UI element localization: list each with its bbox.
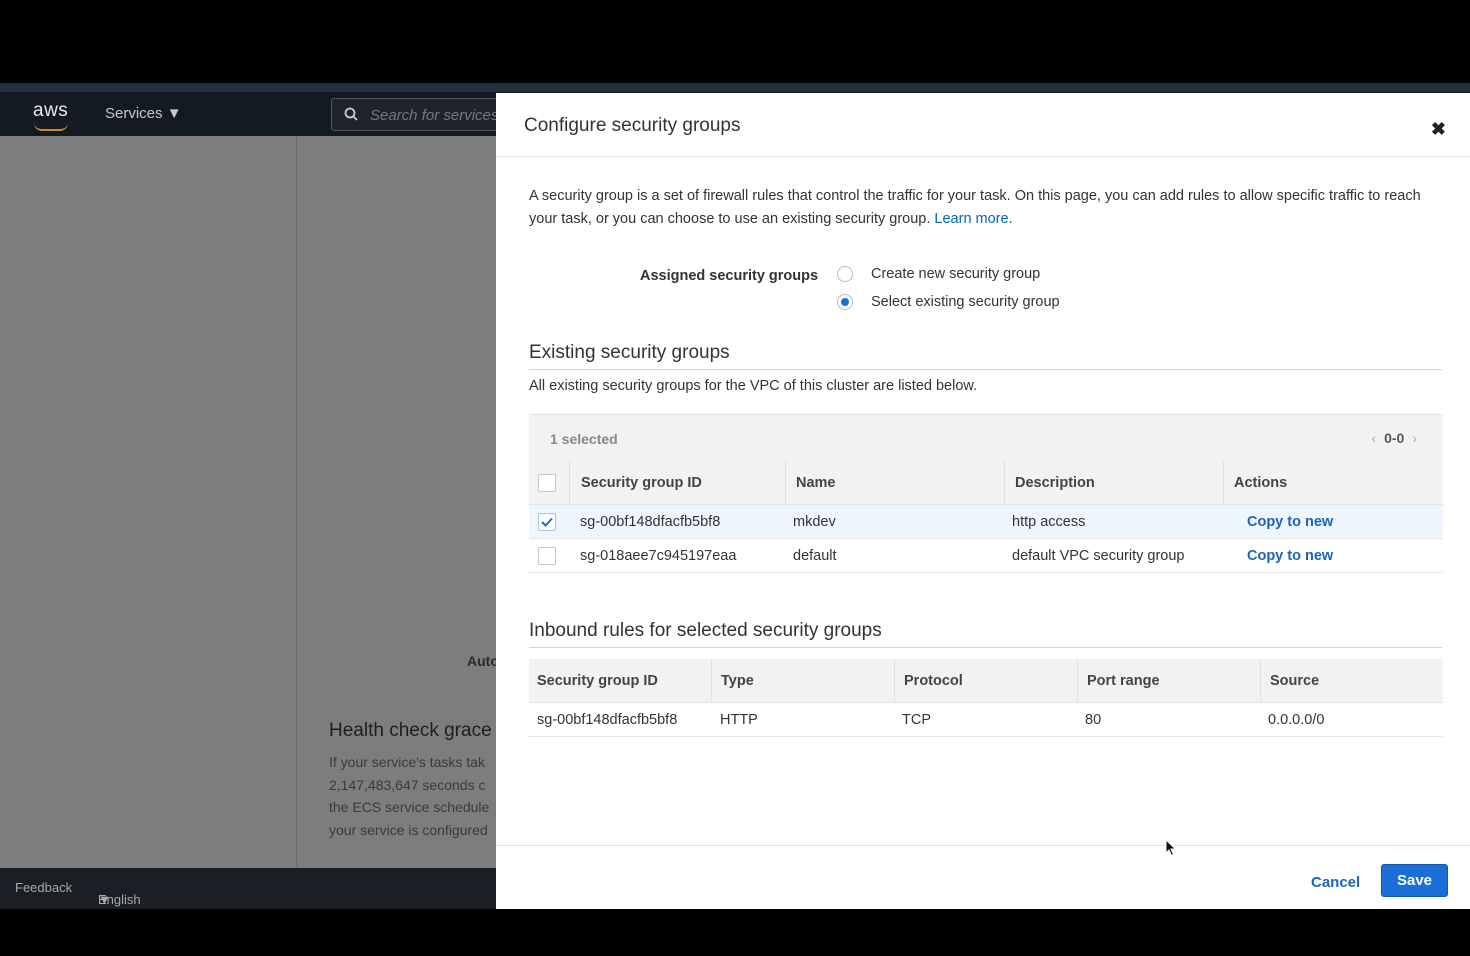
assigned-security-groups-label: Assigned security groups [640, 268, 819, 284]
row-checkbox-cell [538, 505, 556, 538]
page-range: 0-0 [1384, 430, 1405, 446]
health-check-title: Health check grace [329, 720, 492, 741]
inbound-rules-table: Security group ID Type Protocol Port ran… [529, 659, 1443, 737]
rule-protocol: TCP [902, 711, 931, 728]
select-all-cell [538, 461, 556, 504]
feedback-link[interactable]: Feedback [15, 880, 72, 895]
column-header[interactable]: Description [1004, 461, 1223, 504]
column-header[interactable]: Name [785, 461, 1004, 504]
row-checkbox-cell [538, 539, 556, 572]
modal-title: Configure security groups [524, 115, 741, 136]
column-header: Security group ID [537, 672, 658, 689]
security-group-description: http access [1012, 513, 1086, 530]
search-icon [344, 107, 358, 121]
copy-to-new-label[interactable]: Copy to new [1247, 514, 1333, 530]
table-toolbar: 1 selected ‹ 0-0 › [529, 414, 1443, 461]
auto-label: Auto [467, 653, 499, 669]
table-header: Security group ID Type Protocol Port ran… [529, 659, 1443, 703]
table-header: Security group ID Name Description Actio… [529, 461, 1443, 505]
existing-groups-subtitle: All existing security groups for the VPC… [529, 378, 978, 394]
configure-security-groups-modal: Configure security groups ✖ A security g… [496, 93, 1470, 909]
selected-count: 1 selected [550, 431, 618, 447]
security-group-name: default [793, 547, 837, 564]
screen: aws Services ▼ Search for services Auto … [0, 83, 1470, 909]
radio-label: Select existing security group [871, 294, 1060, 310]
existing-groups-table: Security group ID Name Description Actio… [529, 461, 1443, 573]
modal-footer: Cancel Save [496, 845, 1470, 909]
modal-header: Configure security groups ✖ [496, 93, 1470, 157]
aws-logo[interactable]: aws [33, 100, 68, 122]
sidebar-divider [296, 136, 297, 868]
pagination: ‹ 0-0 › [1363, 430, 1425, 446]
intro-period: . [1008, 210, 1013, 227]
copy-to-new-link[interactable]: Copy to new [1247, 505, 1333, 538]
rule-source: 0.0.0.0/0 [1268, 711, 1325, 728]
rule-security-group-id: sg-00bf148dfacfb5bf8 [537, 711, 678, 728]
column-header: Source [1260, 659, 1443, 702]
section-divider [529, 647, 1442, 648]
inbound-rules-title: Inbound rules for selected security grou… [529, 620, 882, 641]
services-label: Services [105, 105, 163, 122]
copy-to-new-link[interactable]: Copy to new [1247, 539, 1333, 572]
security-group-id: sg-00bf148dfacfb5bf8 [580, 513, 721, 530]
row-checkbox[interactable] [538, 546, 556, 565]
checkmark-icon [541, 517, 553, 527]
section-divider [529, 369, 1442, 370]
aws-smile-icon [34, 123, 68, 131]
caret-down-icon: ▼ [166, 105, 182, 122]
learn-more-link[interactable]: Learn more [934, 211, 1008, 227]
radio-create-new[interactable]: Create new security group [837, 266, 1040, 282]
security-group-name: mkdev [793, 513, 836, 530]
save-button[interactable]: Save [1381, 864, 1448, 897]
security-group-description: default VPC security group [1012, 547, 1185, 564]
existing-groups-title: Existing security groups [529, 342, 730, 363]
table-row[interactable]: sg-00bf148dfacfb5bf8 mkdev http access C… [529, 505, 1443, 539]
column-header[interactable]: Security group ID [569, 461, 785, 504]
rule-type: HTTP [720, 711, 758, 728]
radio-unselected-icon[interactable] [837, 266, 853, 282]
intro-text: A security group is a set of firewall ru… [529, 185, 1439, 230]
select-all-checkbox[interactable] [538, 473, 556, 492]
table-row: sg-00bf148dfacfb5bf8 HTTP TCP 80 0.0.0.0… [529, 703, 1443, 737]
radio-selected-icon[interactable] [837, 294, 853, 310]
column-header: Port range [1077, 659, 1260, 702]
column-header: Type [711, 659, 894, 702]
column-header: Actions [1223, 461, 1443, 504]
search-placeholder: Search for services [370, 107, 499, 124]
services-menu[interactable]: Services ▼ [105, 105, 182, 122]
table-row[interactable]: sg-018aee7c945197eaa default default VPC… [529, 539, 1443, 573]
close-icon[interactable]: ✖ [1431, 119, 1446, 140]
caret-down-icon: ▼ [98, 892, 111, 907]
column-header: Protocol [894, 659, 1077, 702]
radio-select-existing[interactable]: Select existing security group [837, 294, 1060, 310]
rule-port-range: 80 [1085, 711, 1102, 728]
security-group-id: sg-018aee7c945197eaa [580, 547, 737, 564]
copy-to-new-label[interactable]: Copy to new [1247, 548, 1333, 564]
row-checkbox[interactable] [538, 512, 556, 531]
radio-label: Create new security group [871, 266, 1041, 282]
chevron-right-icon[interactable]: › [1412, 430, 1417, 446]
chevron-left-icon[interactable]: ‹ [1371, 430, 1376, 446]
mouse-cursor-icon [1165, 839, 1177, 857]
cancel-button[interactable]: Cancel [1311, 874, 1360, 891]
